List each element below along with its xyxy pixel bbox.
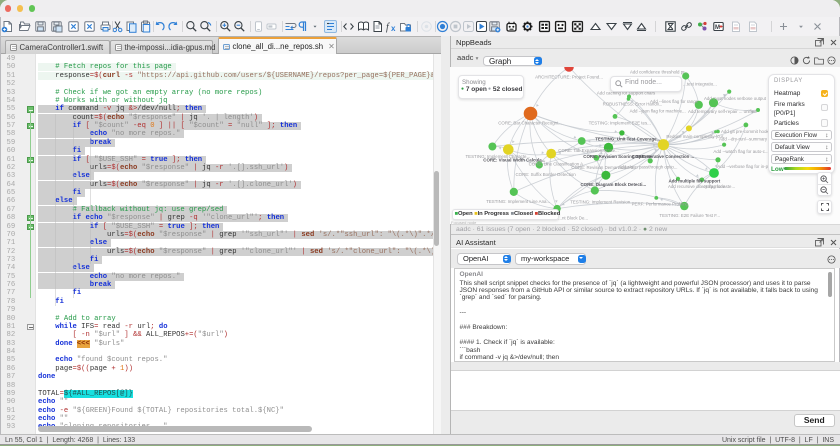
svg-text:CORE: Suffix Border Detection: CORE: Suffix Border Detection [516,172,577,177]
svg-text:Add --watch flag for auto-c...: Add --watch flag for auto-c... [713,149,768,154]
svg-text:PERF: Performance Profiling: PERF: Performance Profiling [632,202,689,207]
svg-text:TESTING: Implement Line Ana...: TESTING: Implement Line Ana... [486,199,550,204]
svg-text:Add temporary self-repair ...: Add temporary self-repair ... unified [688,109,757,114]
svg-text:Add --verbose flag for in-pl..: Add --verbose flag for in-pl... [717,164,772,169]
svg-text:Add most nodes verbose output: Add most nodes verbose output [704,96,767,101]
svg-text:...ry flag for aste...: ...ry flag for aste... [700,184,735,189]
svg-text:Add --json flag for machine...: Add --json flag for machine... [630,108,686,113]
svg-text:...test integratio...: ...test integratio... [683,82,717,87]
svg-text:TESTING: E2E Failure Test F...: TESTING: E2E Failure Test F... [659,213,720,218]
svg-text:M: M [715,25,720,31]
svg-text:CORE: Revision Scoring System: CORE: Revision Scoring System [583,154,651,159]
svg-text:Add --lines flag for range: Add --lines flag for range [650,99,699,104]
svg-text:x: x [391,24,396,33]
svg-text:f: f [386,22,390,33]
svg-text:CORE: Diagram Block Detecti...: CORE: Diagram Block Detecti... [581,182,647,187]
svg-text:ARCHITECTURE: Project Found...: ARCHITECTURE: Project Found... [535,75,603,80]
svg-text:CORE: Revision Demarcation S..: CORE: Revision Demarcation S... [571,165,637,170]
svg-text:Add confidence threshold pr...: Add confidence threshold pr... [630,70,688,75]
svg-text:Add multiple file support: Add multiple file support [669,179,721,184]
svg-text:TESTING: Implement E2E tes...: TESTING: Implement E2E tes... [589,120,651,125]
svg-text:TESTING: Unit Test Coverage...: TESTING: Unit Test Coverage... [595,137,660,142]
svg-text:...nt Block De...: ...nt Block De... [558,216,588,221]
svg-text:CORE: Bar Character Recogni...: CORE: Bar Character Recogni... [498,121,561,126]
svg-text:Reduce main-complexity (cur...: Reduce main-complexity (cur... [666,134,726,139]
svg-text:TESTING: Implement Revision...: TESTING: Implement Revision... [570,200,634,205]
svg-text:CORE: Tab Expansion Strate...: CORE: Tab Expansion Strate... [558,148,618,153]
